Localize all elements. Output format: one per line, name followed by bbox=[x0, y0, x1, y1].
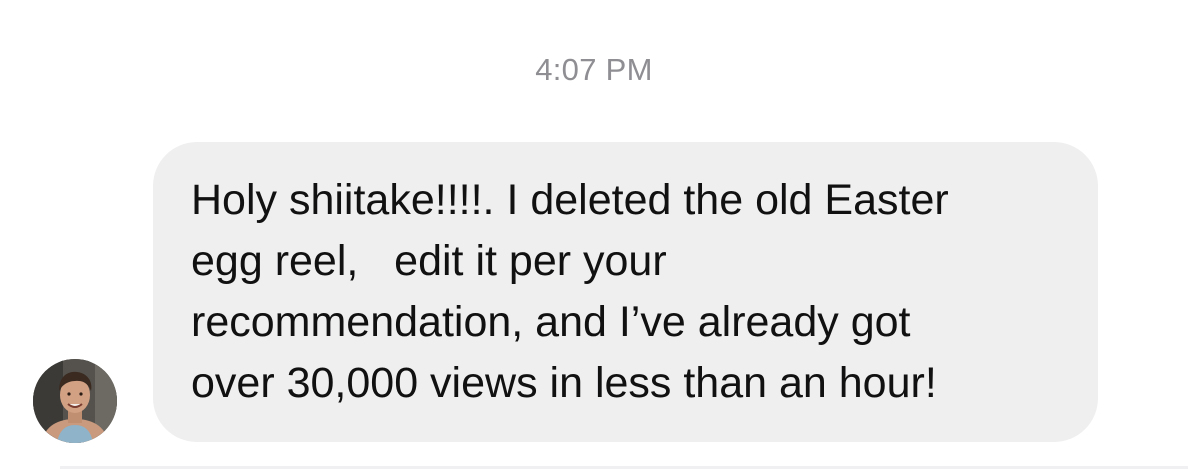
sender-avatar[interactable] bbox=[33, 359, 117, 443]
message-text: Holy shiitake!!!!. I deleted the old Eas… bbox=[191, 176, 949, 407]
message-bubble[interactable]: Holy shiitake!!!!. I deleted the old Eas… bbox=[153, 142, 1098, 442]
avatar-photo-icon bbox=[33, 359, 117, 443]
message-timestamp: 4:07 PM bbox=[535, 52, 653, 87]
